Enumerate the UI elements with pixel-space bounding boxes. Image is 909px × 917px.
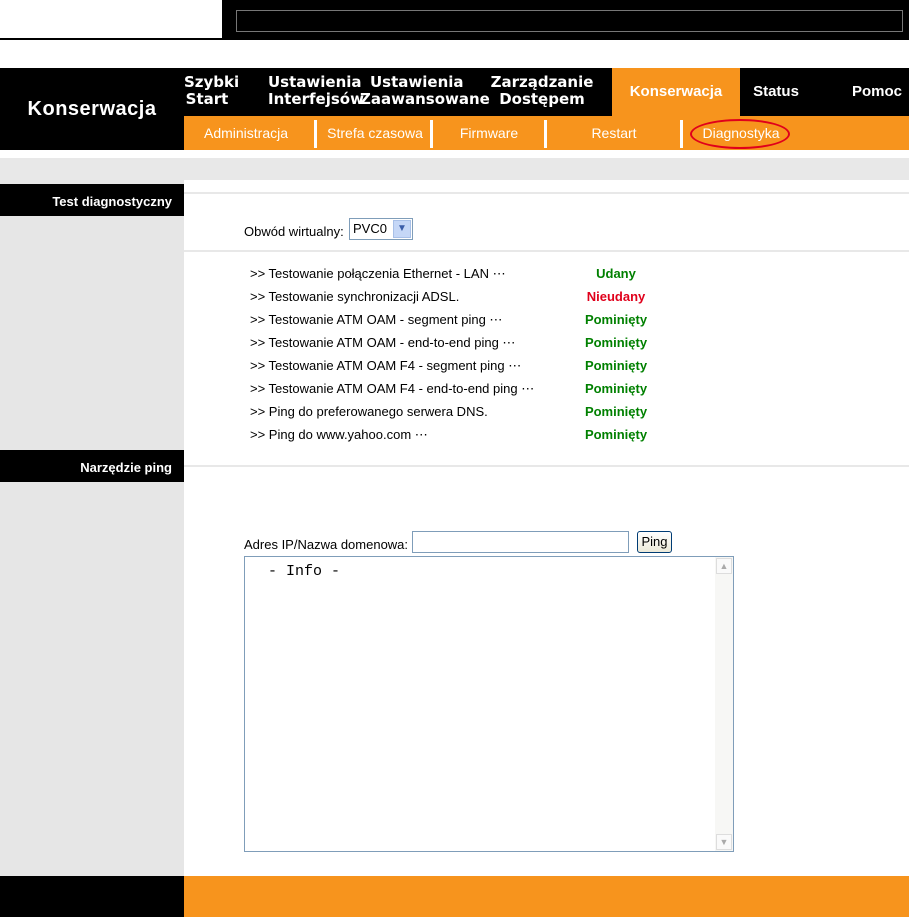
nav-help[interactable]: Pomoc (844, 68, 909, 116)
list-item: >> Testowanie ATM OAM - end-to-end ping … (250, 335, 670, 355)
test-name: >> Testowanie ATM OAM - end-to-end ping … (250, 335, 516, 350)
virtual-circuit-label: Obwód wirtualny: (244, 224, 344, 239)
subnav-restart[interactable]: Restart (576, 116, 652, 150)
test-result: Pominięty (584, 427, 648, 442)
scroll-down-icon[interactable]: ▼ (716, 834, 732, 850)
ping-address-label: Adres IP/Nazwa domenowa: (244, 537, 409, 552)
nav-access-management[interactable]: Zarządzanie Dostępem (490, 68, 594, 116)
nav-label-line2: Dostępem (499, 90, 585, 108)
scrollbar[interactable]: ▲ ▼ (715, 557, 733, 851)
gray-band (0, 158, 909, 180)
nav-maintenance[interactable]: Konserwacja (612, 68, 740, 116)
nav-label-line1: Zarządzanie (490, 73, 594, 91)
nav-label-line1: Ustawienia (370, 73, 464, 91)
test-name: >> Ping do preferowanego serwera DNS. (250, 404, 488, 419)
subnav-divider (680, 120, 683, 148)
test-name: >> Testowanie połączenia Ethernet - LAN … (250, 266, 506, 281)
subnav-divider (544, 120, 547, 148)
nav-status[interactable]: Status (744, 68, 808, 116)
top-strip (0, 0, 909, 40)
footer-right (184, 876, 909, 917)
ping-info-text: - Info - (259, 563, 341, 580)
subnav-firmware[interactable]: Firmware (446, 116, 532, 150)
list-item: >> Testowanie ATM OAM F4 - segment ping … (250, 358, 670, 378)
subnav-timezone[interactable]: Strefa czasowa (322, 116, 428, 150)
ping-address-input[interactable] (412, 531, 629, 553)
test-name: >> Testowanie ATM OAM - segment ping ⋯ (250, 312, 503, 327)
nav-advanced-setup[interactable]: Ustawienia Zaawansowane (360, 68, 490, 116)
top-strip-left (0, 0, 222, 38)
divider (184, 250, 909, 252)
sub-nav: Administracja Strefa czasowa Firmware Re… (184, 116, 909, 150)
test-result: Udany (596, 266, 636, 281)
test-result: Pominięty (584, 335, 648, 350)
top-strip-frame (236, 10, 903, 32)
nav-label-line1: Ustawienia (268, 73, 362, 91)
test-name: >> Testowanie ATM OAM F4 - segment ping … (250, 358, 522, 373)
top-strip-underline (0, 38, 909, 40)
nav-label-line2: Interfejsów (268, 90, 364, 108)
list-item: >> Ping do www.yahoo.com ⋯ Pominięty (250, 427, 670, 447)
footer (0, 876, 909, 917)
nav-label-line2: Zaawansowane (360, 90, 490, 108)
nav-quick-start[interactable]: Szybki Start (184, 68, 240, 116)
nav-label-line1: Szybki (184, 73, 240, 91)
chevron-down-icon[interactable]: ▼ (393, 220, 411, 238)
footer-left (0, 876, 184, 917)
list-item: >> Testowanie synchronizacji ADSL. Nieud… (250, 289, 670, 309)
subnav-administration[interactable]: Administracja (192, 116, 300, 150)
section-header-ping: Narzędzie ping (0, 450, 184, 482)
list-item: >> Testowanie ATM OAM - segment ping ⋯ P… (250, 312, 670, 332)
subnav-divider (430, 120, 433, 148)
virtual-circuit-value: PVC0 (353, 221, 387, 236)
scroll-up-icon[interactable]: ▲ (716, 558, 732, 574)
list-item: >> Testowanie ATM OAM F4 - end-to-end pi… (250, 381, 670, 401)
divider (184, 465, 909, 467)
test-result: Pominięty (584, 312, 648, 327)
ping-button[interactable]: Ping (637, 531, 672, 553)
spacer-band (0, 150, 909, 158)
divider (184, 192, 909, 194)
highlight-oval (690, 119, 790, 149)
page-title: Konserwacja (0, 68, 184, 150)
header: Konserwacja Szybki Start Ustawienia Inte… (0, 68, 909, 150)
test-name: >> Ping do www.yahoo.com ⋯ (250, 427, 428, 442)
section-header-diagnostic: Test diagnostyczny (0, 184, 184, 216)
list-item: >> Testowanie połączenia Ethernet - LAN … (250, 266, 670, 286)
nav-interface-setup[interactable]: Ustawienia Interfejsów (268, 68, 364, 116)
left-column: Test diagnostyczny Narzędzie ping (0, 180, 184, 876)
list-item: >> Ping do preferowanego serwera DNS. Po… (250, 404, 670, 424)
test-result: Pominięty (584, 381, 648, 396)
test-result: Nieudany (586, 289, 646, 304)
ping-info-textarea[interactable]: - Info - ▲ ▼ (244, 556, 734, 852)
test-name: >> Testowanie synchronizacji ADSL. (250, 289, 460, 304)
virtual-circuit-select[interactable]: PVC0 ▼ (349, 218, 413, 240)
main-nav: Szybki Start Ustawienia Interfejsów Usta… (184, 68, 909, 116)
test-name: >> Testowanie ATM OAM F4 - end-to-end pi… (250, 381, 535, 396)
nav-label-line2: Start (185, 90, 229, 108)
test-result: Pominięty (584, 358, 648, 373)
test-result: Pominięty (584, 404, 648, 419)
subnav-divider (314, 120, 317, 148)
